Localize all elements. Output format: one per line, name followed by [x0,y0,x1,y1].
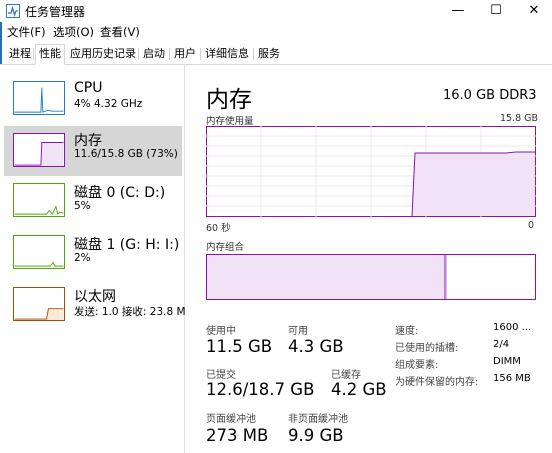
sidebar-item-memory[interactable]: 内存 11.6/15.8 GB (73%) [4,126,182,176]
stat-label-nonpaged-pool: 非页面缓冲池 [288,414,348,425]
sidebar-item-ethernet[interactable]: 以太网 发送: 1.0 接收: 23.8 M [4,282,186,332]
tab-services[interactable]: 服务 [255,45,283,63]
task-manager-icon [6,4,20,18]
tab-performance[interactable]: 性能 [35,44,65,65]
stat-label-committed: 已提交 [206,370,236,381]
sidebar-item-title: 内存 [74,133,102,149]
sidebar-item-disk-0[interactable]: 磁盘 0 (C: D:) 5% [4,178,182,228]
minimize-button[interactable]: — [442,0,474,22]
stat-value-in-use: 11.5 GB [206,337,273,356]
stat-value-available: 4.3 GB [288,337,344,356]
stat-label-cached: 已缓存 [331,370,361,381]
usage-graph-max: 15.8 GB [500,113,539,124]
menu-options[interactable]: 选项(O) [53,24,94,40]
tab-separator [253,48,254,60]
memory-thumbnail-graph [13,133,65,167]
cpu-thumbnail-graph [13,81,65,115]
disk-0-thumbnail-graph [13,183,65,217]
detail-value-form-factor: DIMM [493,356,521,367]
detail-value-hardware-reserved: 156 MB [493,373,531,384]
detail-key-hardware-reserved: 为硬件保留的内存: [395,377,479,388]
tab-processes[interactable]: 进程 [6,45,34,63]
stat-value-committed: 12.6/18.7 GB [206,380,315,399]
tab-separator [33,48,34,60]
time-axis-right: 0 [528,220,535,231]
memory-spec: 16.0 GB DDR3 [443,88,537,103]
tab-details[interactable]: 详细信息 [202,45,252,63]
detail-key-slots: 已使用的插槽: [395,343,459,354]
tab-app-history[interactable]: 应用历史记录 [67,45,139,63]
stat-value-nonpaged-pool: 9.9 GB [288,426,344,445]
sidebar-item-title: 磁盘 1 (G: H: I:) [74,237,180,253]
stat-label-available: 可用 [288,326,308,337]
detail-key-form-factor: 组成要素: [395,360,439,371]
sidebar-item-detail: 2% [74,252,91,264]
close-button[interactable]: ✕ [518,0,550,22]
window-title: 任务管理器 [25,5,86,19]
detail-value-speed: 1600 ... [493,322,532,333]
tab-separator [200,48,201,60]
tab-startup[interactable]: 启动 [140,45,168,63]
stat-label-paged-pool: 页面缓冲池 [206,414,256,425]
sidebar-item-detail: 5% [74,200,91,212]
detail-value-slots: 2/4 [493,339,510,350]
page-title: 内存 [206,87,252,113]
tab-separator [138,48,139,60]
stat-value-paged-pool: 273 MB [206,426,269,445]
stat-label-in-use: 使用中 [206,326,236,337]
sidebar-item-title: CPU [74,80,103,96]
usage-graph-label: 内存使用量 [206,116,254,127]
memory-composition-bar [206,254,536,300]
ethernet-thumbnail-graph [13,287,65,321]
time-axis-left: 60 秒 [206,223,231,234]
sidebar-item-title: 磁盘 0 (C: D:) [74,185,166,201]
sidebar-item-disk-1[interactable]: 磁盘 1 (G: H: I:) 2% [4,230,182,280]
sidebar-item-title: 以太网 [74,289,116,305]
sidebar-item-detail: 4% 4.32 GHz [74,98,143,110]
memory-usage-graph [206,126,536,217]
menu-file[interactable]: 文件(F) [7,24,46,40]
sidebar-item-detail: 11.6/15.8 GB (73%) [74,148,178,160]
menu-view[interactable]: 查看(V) [100,24,140,40]
composition-label: 内存组合 [206,242,245,253]
maximize-button[interactable]: ☐ [480,0,512,22]
stat-value-cached: 4.2 GB [331,380,387,399]
sidebar-item-detail: 发送: 1.0 接收: 23.8 M [74,306,186,318]
disk-1-thumbnail-graph [13,235,65,269]
detail-key-speed: 速度: [395,326,419,337]
sidebar-item-cpu[interactable]: CPU 4% 4.32 GHz [4,76,182,126]
tab-users[interactable]: 用户 [171,45,199,63]
tab-separator [169,48,170,60]
